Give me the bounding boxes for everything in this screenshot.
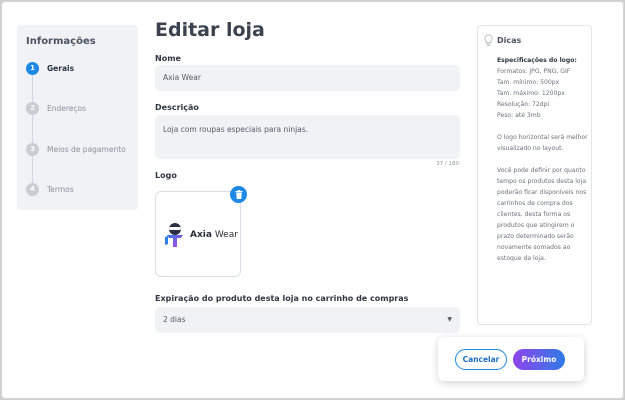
step-number: 4 [26, 182, 39, 196]
stepper-title: Informações [26, 36, 96, 47]
tips-paragraph: O logo horizontal será melhor visualizad… [497, 134, 588, 152]
step-label: Endereços [47, 103, 87, 113]
tips-spec-line: Tam. máximo: 1200px [497, 90, 565, 97]
step-gerais[interactable]: 1 Gerais [26, 61, 74, 75]
step-number: 3 [26, 142, 39, 156]
next-button[interactable]: Próximo [513, 349, 565, 370]
page-title: Editar loja [155, 19, 265, 41]
tips-spec-line: Formatos: JPG, PNG, GIF [497, 68, 571, 75]
caret-down-icon: ▼ [447, 316, 452, 323]
action-bar: Cancelar Próximo [438, 337, 584, 381]
logo-preview: Axia Wear [164, 222, 238, 248]
step-label: Gerais [47, 63, 75, 73]
description-label: Descrição [155, 103, 199, 112]
cancel-button[interactable]: Cancelar [455, 349, 507, 370]
step-label: Meios de pagamento [47, 144, 126, 154]
character-counter: 37 / 180 [436, 161, 459, 167]
trash-icon [235, 190, 242, 199]
tips-spec-line: Peso: até 3mb [497, 112, 541, 119]
name-field[interactable]: Axia Wear [155, 65, 460, 91]
description-textarea[interactable]: Loja com roupas especiais para ninjas. [155, 115, 460, 159]
logo-brand-text: Axia Wear [190, 230, 238, 240]
logo-label: Logo [155, 171, 177, 180]
ninja-logo-icon [165, 223, 183, 247]
logo-upload-box[interactable]: Axia Wear [155, 191, 241, 277]
tips-header: Dicas [484, 34, 521, 46]
step-meios-de-pagamento[interactable]: 3 Meios de pagamento [26, 142, 126, 156]
tips-panel: Dicas Especificações do logo: Formatos: … [477, 25, 592, 325]
tips-title: Dicas [497, 35, 522, 45]
lightbulb-icon [484, 34, 493, 46]
step-enderecos[interactable]: 2 Endereços [26, 101, 86, 115]
name-label: Nome [155, 54, 181, 63]
app-window: Informações 1 Gerais 2 Endereços 3 Meios… [1, 1, 624, 399]
step-number: 2 [26, 101, 39, 115]
step-label: Termos [47, 184, 74, 194]
expiration-select[interactable]: 2 dias ▼ [155, 307, 460, 333]
stepper-panel: Informações 1 Gerais 2 Endereços 3 Meios… [17, 25, 138, 210]
expiration-value: 2 dias [163, 315, 186, 324]
delete-logo-button[interactable] [230, 186, 247, 203]
step-termos[interactable]: 4 Termos [26, 182, 74, 196]
tips-spec-title: Especificações do logo: [497, 57, 577, 64]
tips-body: Especificações do logo: Formatos: JPG, P… [497, 55, 591, 264]
tips-spec-line: Resolução: 72dpi [497, 101, 550, 108]
tips-paragraph: Você pode definir por quanto tempo os pr… [497, 167, 587, 262]
tips-spec-line: Tam. mínimo: 500px [497, 79, 560, 86]
step-number: 1 [26, 61, 39, 75]
expiration-label: Expiração do produto desta loja no carri… [155, 294, 409, 303]
